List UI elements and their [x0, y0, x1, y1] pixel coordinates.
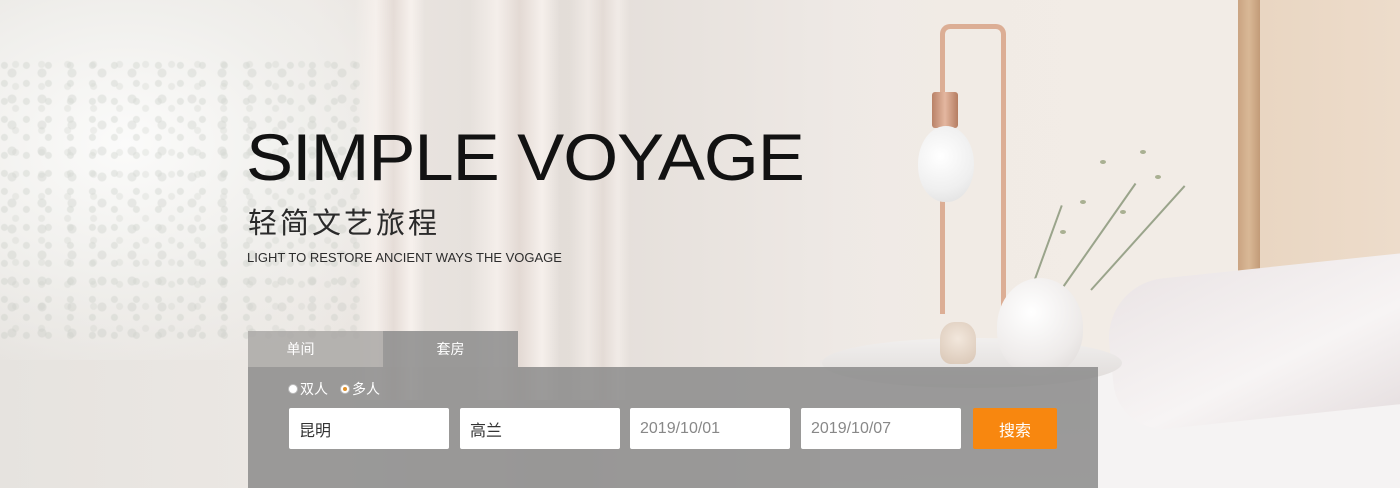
plant-leaf: [1155, 175, 1161, 179]
tab-label: 单间: [286, 341, 315, 357]
lamp-bulb: [918, 126, 974, 202]
hero-subtitle-cn: 轻简文艺旅程: [248, 206, 441, 240]
checkin-date-field[interactable]: 2019/10/01: [630, 408, 790, 449]
vase: [997, 278, 1083, 376]
headboard-panel: [1260, 0, 1400, 270]
hero-subtitle-en: LIGHT TO RESTORE ANCIENT WAYS THE VOGAGE: [247, 250, 562, 265]
origin-field[interactable]: 昆明: [289, 408, 449, 449]
radio-label: 双人: [300, 381, 328, 397]
plant-leaf: [1120, 210, 1126, 214]
plant-leaf: [1080, 200, 1086, 204]
plant-leaf: [1140, 150, 1146, 154]
radio-multi[interactable]: 多人: [340, 379, 380, 399]
room-type-tabs: 单间 套房: [248, 331, 518, 367]
checkout-date-field[interactable]: 2019/10/07: [801, 408, 961, 449]
radio-double[interactable]: 双人: [288, 379, 328, 399]
radio-checked-icon[interactable]: [340, 384, 350, 394]
plant-leaf: [1060, 230, 1066, 234]
search-button[interactable]: 搜索: [973, 408, 1057, 449]
radio-unchecked-icon[interactable]: [288, 384, 298, 394]
radio-label: 多人: [352, 381, 380, 397]
headboard-post: [1238, 0, 1260, 290]
destination-field[interactable]: 高兰: [460, 408, 620, 449]
tab-single-room[interactable]: 单间: [248, 331, 383, 367]
occupancy-radios: 双人 多人: [288, 379, 380, 399]
hero-banner: SIMPLE VOYAGE 轻简文艺旅程 LIGHT TO RESTORE AN…: [0, 0, 1400, 488]
search-panel: 双人 多人 昆明 高兰 2019/10/01 2019/10/07 搜索: [248, 367, 1098, 488]
plant-leaf: [1100, 160, 1106, 164]
curtain: [570, 0, 630, 400]
tab-label: 套房: [436, 341, 465, 357]
shell-ornament: [940, 322, 976, 364]
hero-title: SIMPLE VOYAGE: [246, 120, 805, 194]
tab-suite[interactable]: 套房: [383, 331, 518, 367]
lamp-socket: [932, 92, 958, 128]
